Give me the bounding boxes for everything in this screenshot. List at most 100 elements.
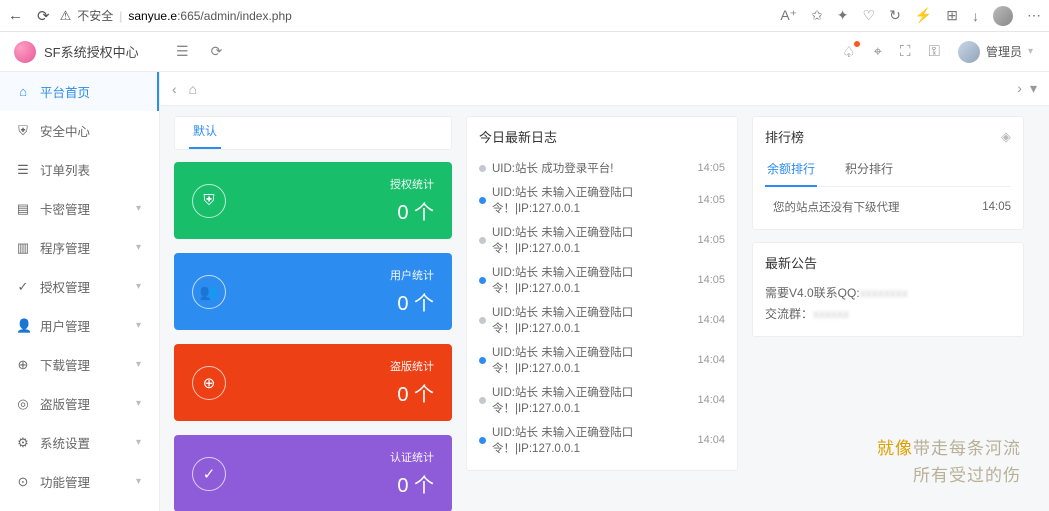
log-time: 14:05 [697,194,725,206]
chevron-down-icon: ▾ [136,281,141,292]
lyric-overlay: 就像带走每条河流 所有受过的伤 [877,435,1021,489]
stat-title: 认证统计 [244,449,434,465]
log-time: 14:05 [697,234,725,246]
sync-icon[interactable]: ↻ [889,7,901,24]
log-text: UID:站长 未输入正确登陆口令！|IP:127.0.0.1 [492,424,697,456]
sidebar-icon: ▥ [16,240,30,256]
stat-card-0[interactable]: ⛨ 授权统计 0 个 [174,162,452,239]
status-dot [479,197,486,204]
sidebar-item-8[interactable]: ◎盗版管理▾ [0,384,159,423]
collections-icon[interactable]: ⊞ [946,7,958,24]
stat-value: 0 个 [244,378,434,407]
log-time: 14:04 [697,434,725,446]
stat-card-2[interactable]: ⊕盗版统计0 个 [174,344,452,421]
puzzle-icon[interactable]: ✦ [837,7,849,24]
crumb-menu-icon[interactable]: ▾ [1030,80,1037,97]
home-icon[interactable]: ⌂ [189,81,197,97]
fullscreen-icon[interactable]: ⛶ [900,43,911,60]
rank-tab-points[interactable]: 积分排行 [843,152,895,186]
performance-icon[interactable]: ⚡ [915,7,932,24]
log-time: 14:04 [697,314,725,326]
sidebar-icon: ⊕ [16,357,30,373]
favorite-icon[interactable]: ✩ [811,7,823,24]
sidebar-item-0[interactable]: ⌂平台首页 [0,72,159,111]
rank-panel: 排行榜 ◈ 余额排行 积分排行 您的站点还没有下级代理 14:05 [752,116,1024,230]
stat-tabs: 默认 [174,116,452,150]
reload-icon[interactable]: ⟳ [211,43,223,60]
sidebar-item-9[interactable]: ⚙系统设置▾ [0,423,159,462]
crumb-forward-icon[interactable]: › [1017,80,1022,97]
sidebar-icon: ✓ [16,279,30,295]
chevron-down-icon: ▾ [1028,46,1033,57]
sidebar-label: 盗版管理 [40,394,90,413]
sidebar-item-10[interactable]: ⊙功能管理▾ [0,462,159,501]
status-dot [479,277,486,284]
sidebar-icon: ☰ [16,162,30,178]
sidebar-label: 卡密管理 [40,199,90,218]
log-time: 14:04 [697,394,725,406]
log-row: UID:站长 未输入正确登陆口令！|IP:127.0.0.114:04 [479,380,725,420]
tab-default[interactable]: 默认 [189,114,221,149]
logs-title: 今日最新日志 [479,117,725,156]
menu-toggle-icon[interactable]: ☰ [176,43,189,60]
app-header: SF系统授权中心 ☰ ⟳ ♤ ⌖ ⛶ ⚿ 管理员 ▾ [0,32,1049,72]
user-menu[interactable]: 管理员 ▾ [958,41,1033,63]
sidebar-item-5[interactable]: ✓授权管理▾ [0,267,159,306]
nav-back-icon[interactable]: ← [8,7,23,24]
log-text: UID:站长 未输入正确登陆口令！|IP:127.0.0.1 [492,264,697,296]
chevron-down-icon: ▾ [136,242,141,253]
stat-icon: ✓ [192,457,226,491]
insecure-icon: ⚠ [60,8,72,24]
stat-value: 0 个 [244,469,434,498]
sidebar-icon: ⛨ [16,123,30,139]
stat-title: 授权统计 [244,176,434,192]
crumb-back-icon[interactable]: ‹ [172,81,177,97]
sidebar: ⌂平台首页⛨安全中心☰订单列表▤卡密管理▾▥程序管理▾✓授权管理▾👤用户管理▾⊕… [0,72,160,511]
lock-icon[interactable]: ⚿ [929,43,940,60]
rank-row-text: 您的站点还没有下级代理 [773,199,900,215]
stat-icon: ⊕ [192,366,226,400]
stat-card-1[interactable]: 👥用户统计0 个 [174,253,452,330]
log-row: UID:站长 未输入正确登陆口令！|IP:127.0.0.114:05 [479,180,725,220]
log-text: UID:站长 未输入正确登陆口令！|IP:127.0.0.1 [492,224,697,256]
log-time: 14:05 [697,274,725,286]
stat-card-3[interactable]: ✓ 认证统计 0 个 [174,435,452,511]
sidebar-label: 平台首页 [40,82,90,101]
address-bar[interactable]: ⚠ 不安全 | sanyue.e:665/admin/index.php [60,7,771,24]
log-row: UID:站长 成功登录平台! 14:05 [479,156,725,180]
rank-tab-balance[interactable]: 余额排行 [765,152,817,187]
sidebar-item-6[interactable]: 👤用户管理▾ [0,306,159,345]
sidebar-item-1[interactable]: ⛨安全中心 [0,111,159,150]
url-host: sanyue.e [128,9,177,23]
insecure-label: 不安全 [77,7,113,24]
more-icon[interactable]: ⋯ [1027,7,1041,24]
bell-icon[interactable]: ♤ [842,43,855,61]
sidebar-item-2[interactable]: ☰订单列表 [0,150,159,189]
download-icon[interactable]: ↓ [972,8,979,24]
tag-icon[interactable]: ⌖ [874,43,882,60]
sidebar-item-7[interactable]: ⊕下载管理▾ [0,345,159,384]
status-dot [479,237,486,244]
stat-title: 用户统计 [244,267,434,283]
log-text: UID:站长 成功登录平台! [492,160,613,176]
stat-icon: ⛨ [192,184,226,218]
stat-value: 0 个 [244,287,434,316]
shield-icon[interactable]: ♡ [863,7,876,24]
sidebar-icon: ⊙ [16,474,30,490]
sidebar-item-3[interactable]: ▤卡密管理▾ [0,189,159,228]
sidebar-item-4[interactable]: ▥程序管理▾ [0,228,159,267]
rank-row: 您的站点还没有下级代理 14:05 [765,197,1011,217]
text-size-icon[interactable]: A⁺ [780,7,797,24]
gem-icon[interactable]: ◈ [1001,129,1011,145]
log-row: UID:站长 未输入正确登陆口令！|IP:127.0.0.114:04 [479,300,725,340]
stat-value: 0 个 [244,196,434,225]
announce-title: 最新公告 [765,243,1011,282]
status-dot [479,357,486,364]
rank-title: 排行榜 [765,127,804,146]
log-time: 14:05 [697,162,725,174]
rank-row-time: 14:05 [982,201,1011,213]
profile-avatar[interactable] [993,6,1013,26]
nav-refresh-icon[interactable]: ⟳ [37,7,50,25]
status-dot [479,317,486,324]
user-avatar [958,41,980,63]
